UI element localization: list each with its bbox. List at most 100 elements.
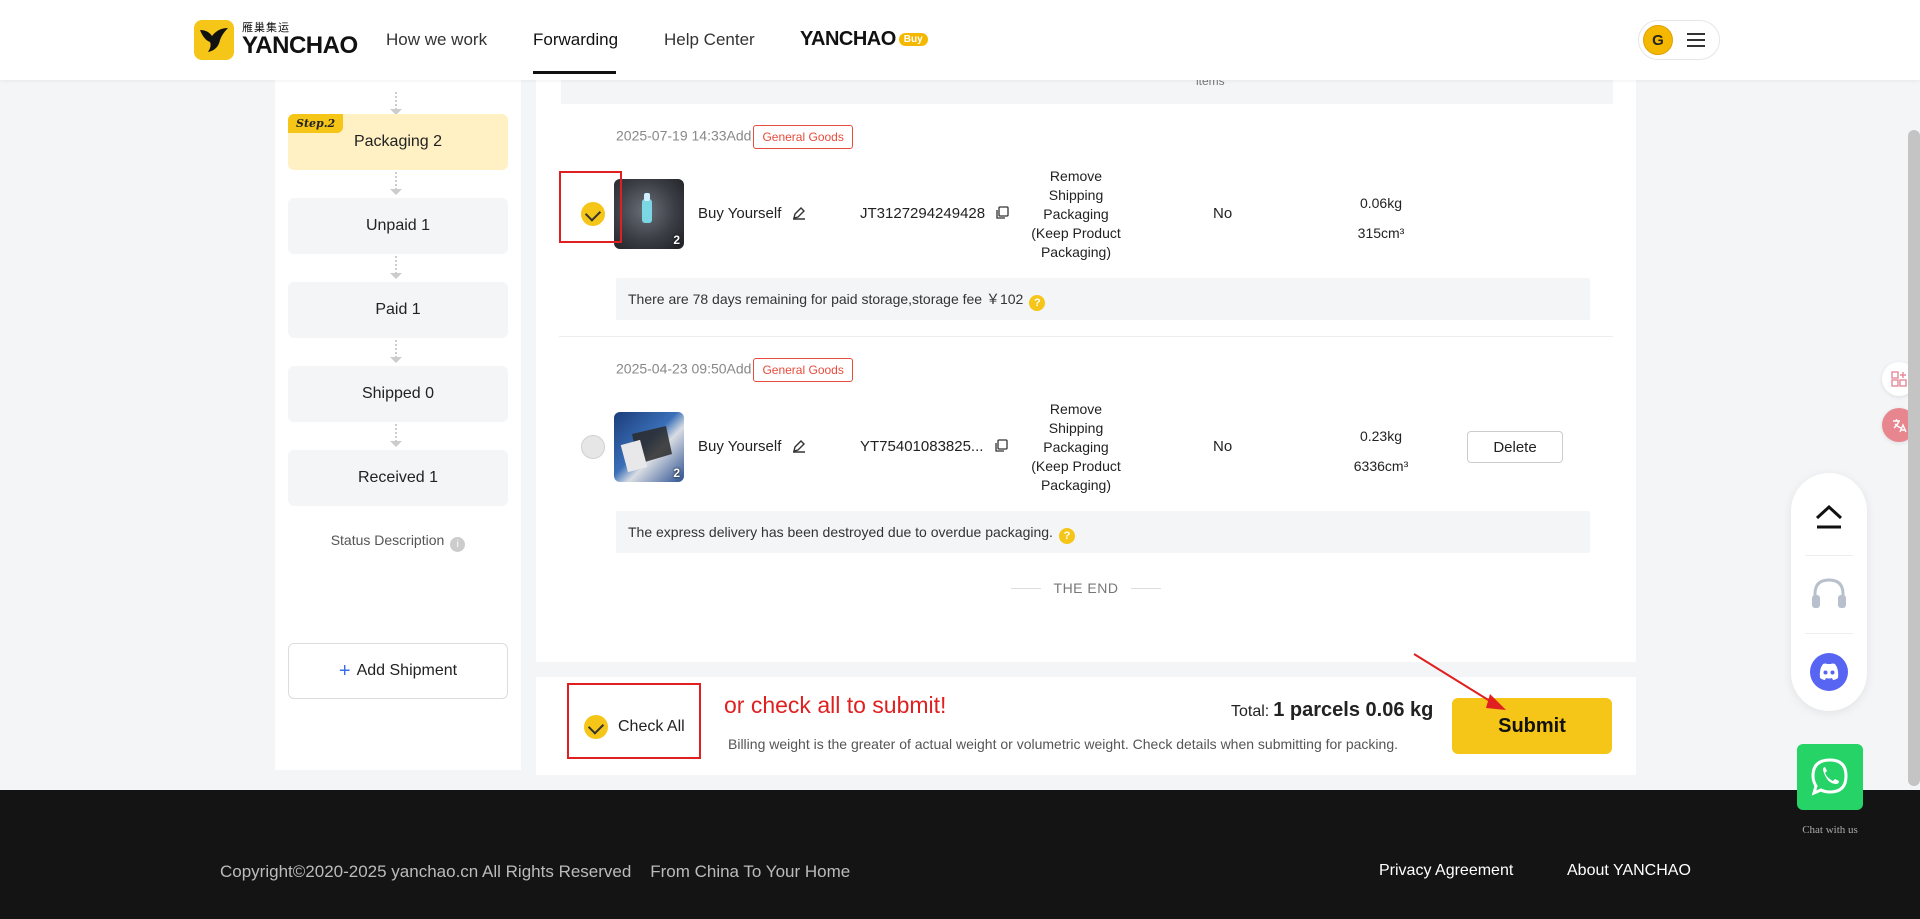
total-label: Total: xyxy=(1231,703,1270,720)
parcel-date: 2025-07-19 14:33Add General Goods xyxy=(616,125,853,149)
parcel-thumbnail[interactable]: 2 xyxy=(614,412,684,482)
down-arrow-icon xyxy=(390,189,402,195)
down-arrow-icon xyxy=(390,273,402,279)
status-description-label: Status Description xyxy=(330,532,445,548)
yanchao-buy-link[interactable]: YANCHAO Buy xyxy=(800,28,928,51)
edit-pencil-icon[interactable] xyxy=(792,439,806,453)
annotation-highlight-box xyxy=(559,171,622,243)
question-icon[interactable]: ? xyxy=(1029,295,1046,311)
parcel-volume: 315cm³ xyxy=(1357,225,1405,241)
billing-note: Billing weight is the greater of actual … xyxy=(728,736,1398,752)
edit-pencil-icon[interactable] xyxy=(792,206,806,220)
add-shipment-button[interactable]: + Add Shipment xyxy=(288,643,508,699)
storage-note-text: The express delivery has been destroyed … xyxy=(628,524,1053,540)
float-divider xyxy=(1805,555,1853,556)
parcel-weight: 0.23kg xyxy=(1359,428,1403,444)
float-divider xyxy=(1805,633,1853,634)
status-description[interactable]: Status Description i xyxy=(275,532,521,552)
total-summary: Total: 1 parcels 0.06 kg xyxy=(1231,699,1433,722)
storage-note: There are 78 days remaining for paid sto… xyxy=(616,278,1590,320)
user-menu[interactable]: G xyxy=(1638,20,1720,60)
image-count: 2 xyxy=(673,466,680,480)
chat-with-us-label: Chat with us xyxy=(1802,824,1858,836)
packaging-line: Remove xyxy=(1049,168,1103,184)
delete-button[interactable]: Delete xyxy=(1467,431,1563,463)
parcel-thumbnail[interactable]: 2 xyxy=(614,179,684,249)
step-unpaid[interactable]: Unpaid 1 xyxy=(288,198,508,254)
previous-row-strip: items xyxy=(561,74,1613,104)
parcel-checkbox[interactable] xyxy=(581,435,605,459)
parcel-date-text: 2025-07-19 14:33Add xyxy=(616,127,752,144)
parcel-source[interactable]: Buy Yourself xyxy=(698,205,806,222)
packaging-line: Shipping xyxy=(1048,187,1104,203)
nav-help-center[interactable]: Help Center xyxy=(664,30,755,50)
step-packaging[interactable]: Step.2 Packaging 2 xyxy=(288,114,508,170)
goods-type-tag: General Goods xyxy=(753,125,853,149)
storage-note-text: There are 78 days remaining for paid sto… xyxy=(628,291,1024,307)
page-footer: Copyright©2020-2025 yanchao.cn All Right… xyxy=(0,790,1920,919)
packaging-option: Remove Shipping Packaging (Keep Product … xyxy=(1016,400,1136,495)
privacy-agreement-link[interactable]: Privacy Agreement xyxy=(1379,862,1513,880)
whatsapp-button[interactable] xyxy=(1797,744,1863,810)
avatar: G xyxy=(1643,25,1673,55)
back-to-top-button[interactable] xyxy=(1791,481,1867,551)
packaging-option: Remove Shipping Packaging (Keep Product … xyxy=(1016,167,1136,262)
annotation-arrow-icon xyxy=(1413,653,1506,710)
page-scrollbar[interactable] xyxy=(1908,130,1920,786)
packaging-line: Packaging) xyxy=(1040,244,1112,260)
headset-icon xyxy=(1812,578,1846,608)
add-shipment-label: Add Shipment xyxy=(356,662,458,679)
step-shipped[interactable]: Shipped 0 xyxy=(288,366,508,422)
hamburger-menu-icon xyxy=(1687,29,1705,51)
chevron-up-icon xyxy=(1815,504,1843,529)
row-divider xyxy=(559,336,1613,337)
parcel-list-card: items 2025-07-19 14:33Add General Goods 2… xyxy=(536,74,1636,662)
buy-badge: Buy xyxy=(898,33,928,46)
parcel-source-text: Buy Yourself xyxy=(698,438,782,455)
copy-icon[interactable] xyxy=(995,206,1009,220)
info-icon[interactable]: i xyxy=(450,537,466,552)
list-end-marker: THE END xyxy=(1011,580,1161,596)
annotation-text: or check all to submit! xyxy=(724,692,947,718)
discord-icon xyxy=(1810,653,1848,691)
customer-service-button[interactable] xyxy=(1791,559,1867,629)
weight-volume: 0.23kg 6336cm³ xyxy=(1326,421,1436,481)
parcel-weight: 0.06kg xyxy=(1359,195,1403,211)
discord-button[interactable] xyxy=(1791,637,1867,707)
tracking-number-text: YT75401083825... xyxy=(860,438,984,455)
status-sidebar: Step.2 Packaging 2 Unpaid 1 Paid 1 Shipp… xyxy=(275,80,521,770)
bird-logo-icon xyxy=(194,20,234,60)
tracking-number-text: JT3127294249428 xyxy=(860,205,986,222)
storage-note: The express delivery has been destroyed … xyxy=(616,511,1590,553)
copy-icon[interactable] xyxy=(994,439,1008,453)
question-icon[interactable]: ? xyxy=(1058,528,1075,544)
top-header: 雁巢集运 YANCHAO How we work Forwarding Help… xyxy=(0,0,1920,80)
nav-active-underline xyxy=(533,71,616,74)
packaging-line: Packaging xyxy=(1043,206,1109,222)
plus-icon: + xyxy=(338,659,351,682)
step-tag: Step.2 xyxy=(288,114,344,133)
image-count: 2 xyxy=(673,233,680,247)
parcel-date-text: 2025-04-23 09:50Add xyxy=(616,360,752,377)
logo-en-text: YANCHAO xyxy=(242,31,358,59)
down-arrow-icon xyxy=(390,357,402,363)
step-label: Paid 1 xyxy=(375,301,421,318)
parcel-source[interactable]: Buy Yourself xyxy=(698,438,806,455)
yanchao-logo[interactable]: 雁巢集运 YANCHAO xyxy=(194,20,358,60)
packaging-line: Remove xyxy=(1049,401,1103,417)
yanchao-buy-word: YANCHAO xyxy=(800,28,896,50)
parcel-volume: 6336cm³ xyxy=(1353,458,1409,474)
weight-volume: 0.06kg 315cm³ xyxy=(1326,188,1436,248)
step-received[interactable]: Received 1 xyxy=(288,450,508,506)
about-yanchao-link[interactable]: About YANCHAO xyxy=(1567,862,1691,880)
nav-how-we-work[interactable]: How we work xyxy=(386,30,487,50)
step-label: Received 1 xyxy=(357,469,439,486)
special-value: No xyxy=(1213,438,1233,455)
packaging-line: Shipping xyxy=(1048,420,1104,436)
step-paid[interactable]: Paid 1 xyxy=(288,282,508,338)
nav-forwarding[interactable]: Forwarding xyxy=(533,30,618,50)
parcel-source-text: Buy Yourself xyxy=(698,205,782,222)
annotation-highlight-box xyxy=(567,683,701,759)
special-value: No xyxy=(1213,205,1233,222)
step-label: Shipped 0 xyxy=(361,385,435,402)
